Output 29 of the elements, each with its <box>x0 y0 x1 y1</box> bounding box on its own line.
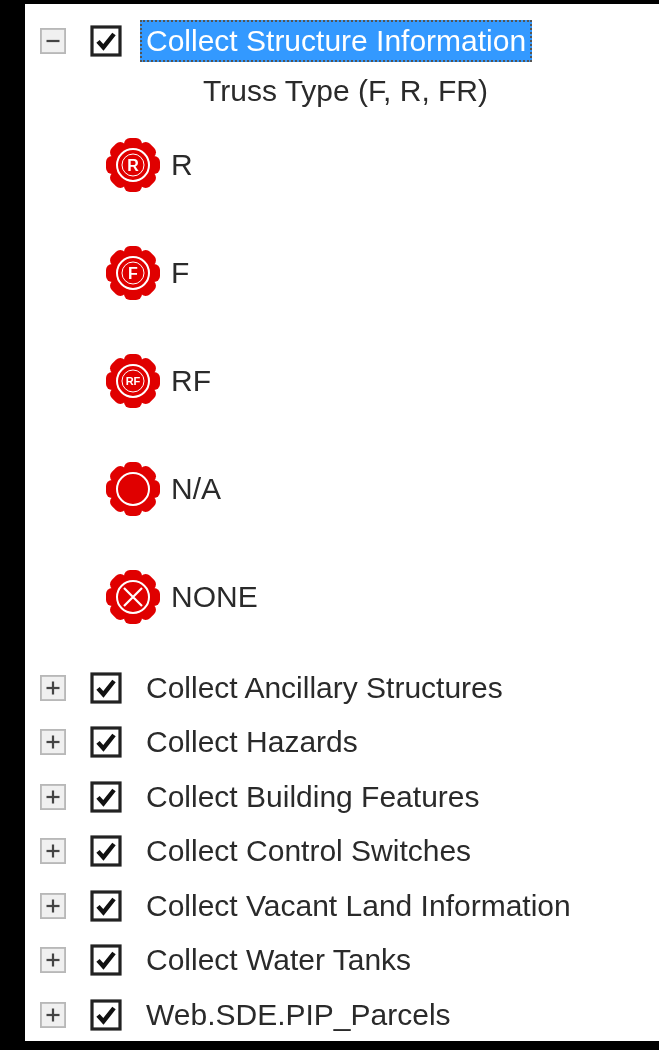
expand-icon[interactable] <box>40 674 66 701</box>
symbol-label: F <box>171 255 190 290</box>
layer-name[interactable]: Collect Water Tanks <box>140 939 418 982</box>
layer-checkbox[interactable] <box>90 671 122 704</box>
layer-checkbox[interactable] <box>90 726 122 759</box>
layer-checkbox[interactable] <box>90 998 122 1031</box>
layer-name[interactable]: Web.SDE.PIP_Parcels <box>140 993 457 1036</box>
expand-icon[interactable] <box>40 947 66 974</box>
collapse-icon[interactable] <box>40 28 66 55</box>
layer-checkbox[interactable] <box>90 25 122 58</box>
symbol-label: R <box>171 147 193 182</box>
expand-icon[interactable] <box>40 783 66 810</box>
layer-name[interactable]: Collect Control Switches <box>140 830 478 873</box>
layer-checkbox[interactable] <box>90 889 122 922</box>
expand-icon[interactable] <box>40 838 66 865</box>
expand-icon[interactable] <box>40 892 66 919</box>
layer-name[interactable]: Collect Hazards <box>140 721 364 764</box>
field-label: Truss Type (F, R, FR) <box>202 72 490 109</box>
expand-icon[interactable] <box>40 1001 66 1028</box>
layer-name[interactable]: Collect Vacant Land Information <box>140 884 577 927</box>
symbol-label: N/A <box>171 471 221 506</box>
layer-checkbox[interactable] <box>90 944 122 977</box>
symbol-label: NONE <box>171 579 258 614</box>
layer-checkbox[interactable] <box>90 780 122 813</box>
symbol-label: RF <box>171 363 211 398</box>
layer-name[interactable]: Collect Ancillary Structures <box>140 666 509 709</box>
layer-name[interactable]: Collect Building Features <box>140 775 486 818</box>
layer-checkbox[interactable] <box>90 835 122 868</box>
expand-icon[interactable] <box>40 729 66 756</box>
